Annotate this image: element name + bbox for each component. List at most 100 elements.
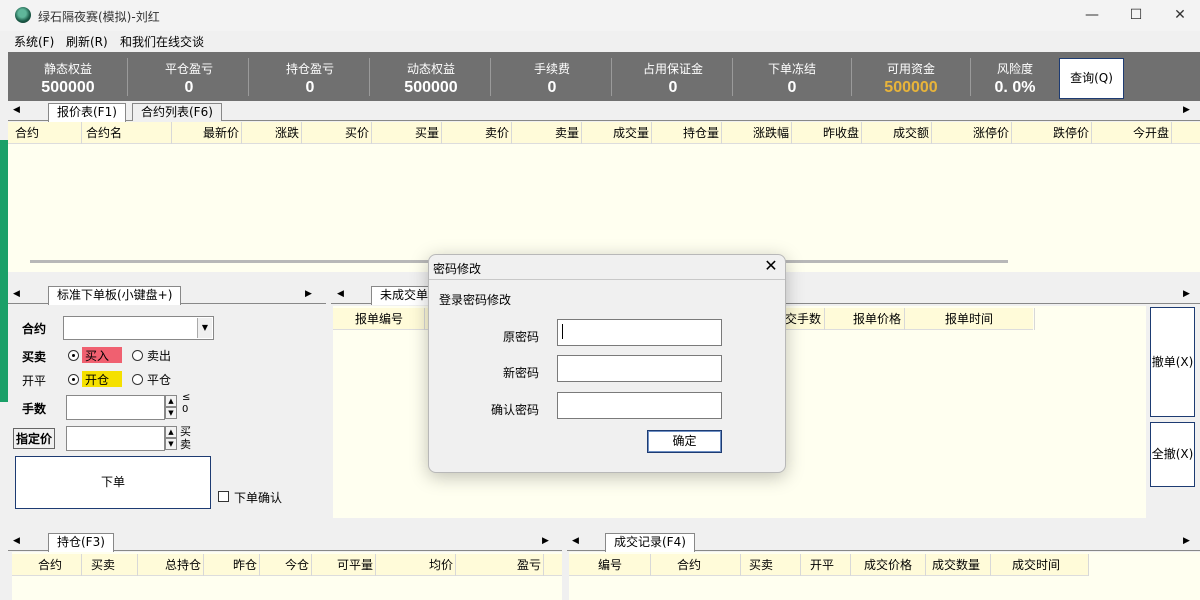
window-title: 绿石隔夜赛(模拟)-刘红: [38, 10, 160, 24]
col-today-open[interactable]: 今开盘: [1092, 122, 1172, 144]
cancel-order-button[interactable]: 撤单(X): [1150, 307, 1195, 417]
col-bid[interactable]: 买价: [302, 122, 372, 144]
col-trade-time[interactable]: 成交时间: [991, 554, 1089, 576]
price-type-label[interactable]: 指定价: [13, 428, 56, 449]
old-password-input[interactable]: [557, 319, 722, 346]
account-stats-bar: 静态权益 500000 平仓盈亏 0 持仓盈亏 0 动态权益 500000 手续费 0 占…: [8, 52, 1200, 101]
cancel-all-button[interactable]: 全撤(X): [1150, 422, 1195, 487]
order-board-panel: ◀ 标准下单板(小键盘+) ▶ 合约 ▼ 买卖 买入 卖出 开平 开仓 平仓 手…: [8, 278, 326, 518]
new-password-label: 新密码: [502, 366, 539, 380]
col-bid-volume[interactable]: 买量: [372, 122, 442, 144]
col-open-interest[interactable]: 持仓量: [652, 122, 722, 144]
col-pos-side[interactable]: 买卖: [82, 554, 138, 576]
col-trade-qty[interactable]: 成交数量: [926, 554, 991, 576]
buy-label[interactable]: 买入: [82, 347, 122, 363]
pending-tab-right-icon[interactable]: ▶: [1183, 289, 1190, 299]
col-trade-price[interactable]: 成交价格: [851, 554, 926, 576]
buy-radio[interactable]: [68, 350, 79, 361]
new-password-input[interactable]: [557, 355, 722, 382]
close-label[interactable]: 平仓: [147, 371, 171, 388]
price-up-icon[interactable]: ▲: [165, 426, 177, 438]
col-contract-name[interactable]: 合约名: [82, 122, 172, 144]
col-order-id[interactable]: 报单编号: [333, 308, 425, 330]
tab-scroll-right-icon[interactable]: ▶: [1183, 105, 1190, 115]
qty-up-icon[interactable]: ▲: [165, 395, 177, 407]
sell-label[interactable]: 卖出: [147, 347, 171, 364]
col-pos-yesterday[interactable]: 昨仓: [204, 554, 260, 576]
col-limit-up[interactable]: 涨停价: [932, 122, 1012, 144]
trades-tab-row: ◀ 成交记录(F4) ▶: [567, 531, 1200, 552]
query-button[interactable]: 查询(Q): [1059, 58, 1124, 99]
stat-position-pnl: 持仓盈亏 0: [250, 52, 370, 101]
positions-tab-left-icon[interactable]: ◀: [13, 536, 20, 546]
tab-quote[interactable]: 报价表(F1): [48, 103, 126, 122]
tab-contract-list[interactable]: 合约列表(F6): [132, 103, 222, 121]
col-change-pct[interactable]: 涨跌幅: [722, 122, 792, 144]
col-trade-id[interactable]: 编号: [569, 554, 651, 576]
side-label: 买卖: [22, 350, 47, 364]
col-pos-pnl[interactable]: 盈亏: [456, 554, 544, 576]
col-limit-down[interactable]: 跌停价: [1012, 122, 1092, 144]
qty-down-icon[interactable]: ▼: [165, 407, 177, 419]
positions-table: 合约 买卖 总持仓 昨仓 今仓 可平量 均价 盈亏: [12, 552, 562, 600]
col-contract[interactable]: 合约: [8, 122, 82, 144]
sell-radio[interactable]: [132, 350, 143, 361]
maximize-button[interactable]: ☐: [1113, 0, 1159, 31]
menu-chat[interactable]: 和我们在线交谈: [120, 33, 204, 50]
col-volume[interactable]: 成交量: [582, 122, 652, 144]
price-down-icon[interactable]: ▼: [165, 438, 177, 450]
stat-dynamic-equity: 动态权益 500000: [371, 52, 491, 101]
dialog-close-icon[interactable]: ✕: [760, 256, 782, 275]
positions-tab-row: ◀ 持仓(F3) ▶: [8, 531, 562, 552]
confirm-order-checkbox[interactable]: [218, 491, 229, 502]
col-pos-avg-price[interactable]: 均价: [376, 554, 456, 576]
stat-close-pnl: 平仓盈亏 0: [129, 52, 249, 101]
col-pos-contract[interactable]: 合约: [12, 554, 82, 576]
menu-system[interactable]: 系统(F): [14, 33, 54, 50]
text-cursor: [562, 324, 563, 339]
price-hint: 买 卖: [180, 425, 191, 451]
tab-order-board[interactable]: 标准下单板(小键盘+): [48, 286, 182, 305]
col-prev-close[interactable]: 昨收盘: [792, 122, 862, 144]
trades-tab-right-icon[interactable]: ▶: [1183, 536, 1190, 546]
price-input[interactable]: [66, 426, 165, 451]
open-radio[interactable]: [68, 374, 79, 385]
confirm-password-label: 确认密码: [490, 403, 539, 417]
col-ask[interactable]: 卖价: [442, 122, 512, 144]
trades-tab-left-icon[interactable]: ◀: [572, 536, 579, 546]
pending-tab-left-icon[interactable]: ◀: [337, 289, 344, 299]
open-label[interactable]: 开仓: [82, 371, 122, 387]
menu-refresh[interactable]: 刷新(R): [66, 33, 108, 50]
contract-label: 合约: [22, 322, 47, 336]
order-tab-left-icon[interactable]: ◀: [13, 289, 20, 299]
submit-order-button[interactable]: 下单: [15, 456, 211, 509]
tab-scroll-left-icon[interactable]: ◀: [13, 105, 20, 115]
chevron-down-icon[interactable]: ▼: [197, 318, 212, 338]
col-pos-total[interactable]: 总持仓: [138, 554, 204, 576]
col-order-price[interactable]: 报单价格: [825, 308, 905, 330]
order-tab-right-icon[interactable]: ▶: [305, 289, 312, 299]
col-ask-volume[interactable]: 卖量: [512, 122, 582, 144]
positions-tab-right-icon[interactable]: ▶: [542, 536, 549, 546]
col-pos-closable[interactable]: 可平量: [312, 554, 376, 576]
close-radio[interactable]: [132, 374, 143, 385]
contract-select[interactable]: ▼: [63, 316, 214, 340]
quote-table: 合约 合约名 最新价 涨跌 买价 买量 卖价 卖量 成交量 持仓量 涨跌幅 昨收…: [8, 122, 1200, 272]
col-trade-side[interactable]: 买卖: [741, 554, 801, 576]
col-trade-openclose[interactable]: 开平: [801, 554, 851, 576]
col-order-time[interactable]: 报单时间: [905, 308, 1035, 330]
qty-input[interactable]: [66, 395, 165, 420]
dialog-divider: [429, 279, 785, 280]
col-turnover[interactable]: 成交额: [862, 122, 932, 144]
confirm-password-input[interactable]: [557, 392, 722, 419]
tab-positions[interactable]: 持仓(F3): [48, 533, 114, 552]
col-last-price[interactable]: 最新价: [172, 122, 242, 144]
minimize-button[interactable]: —: [1069, 0, 1115, 31]
col-change[interactable]: 涨跌: [242, 122, 302, 144]
quote-header-row: 合约 合约名 最新价 涨跌 买价 买量 卖价 卖量 成交量 持仓量 涨跌幅 昨收…: [8, 122, 1200, 144]
col-pos-today[interactable]: 今仓: [260, 554, 312, 576]
dialog-ok-button[interactable]: 确定: [647, 430, 722, 453]
col-trade-contract[interactable]: 合约: [651, 554, 741, 576]
close-button[interactable]: ✕: [1157, 0, 1200, 31]
tab-trades[interactable]: 成交记录(F4): [605, 533, 695, 552]
